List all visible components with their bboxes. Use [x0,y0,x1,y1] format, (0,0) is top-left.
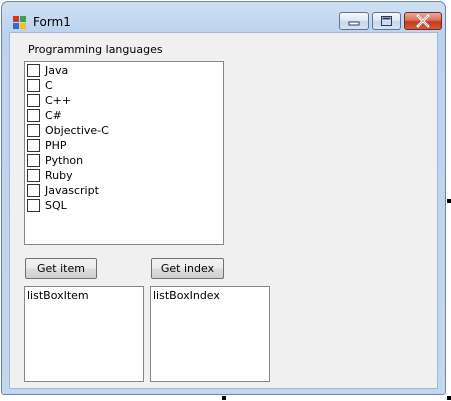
list-item-label: Java [45,64,69,77]
checkbox[interactable] [27,94,40,107]
get-index-button[interactable]: Get index [151,258,224,279]
form-client-area: Programming languages Java C C++ C# Obje… [9,32,438,389]
list-item-label: C++ [45,94,72,107]
checkbox[interactable] [27,169,40,182]
checked-list-box[interactable]: Java C C++ C# Objective-C PHP Python Rub… [24,61,224,245]
designer-surface: Form1 Programming languages Java C C++ C… [0,0,451,401]
list-item-label: C# [45,109,62,122]
minimize-icon [348,21,360,26]
list-item-label: Ruby [45,169,73,182]
resize-handle-right[interactable] [447,199,451,203]
checkbox[interactable] [27,79,40,92]
close-button[interactable] [404,12,442,30]
minimize-button[interactable] [339,12,369,30]
programming-languages-label: Programming languages [28,43,163,56]
list-item-label: Javascript [45,184,99,197]
resize-handle-bottom[interactable] [222,396,226,400]
resize-handle-corner[interactable] [447,396,451,400]
checkbox[interactable] [27,109,40,122]
checkbox[interactable] [27,184,40,197]
winforms-app-icon [13,14,27,29]
list-item-label: PHP [45,139,67,152]
list-item-label: Objective-C [45,124,109,137]
checkbox[interactable] [27,139,40,152]
get-item-button[interactable]: Get item [25,258,97,279]
window-title: Form1 [33,15,71,29]
list-item-label: Python [45,154,84,167]
checkbox[interactable] [27,154,40,167]
list-box-item[interactable]: listBoxItem [24,286,144,382]
checkbox[interactable] [27,124,40,137]
list-item-label: SQL [45,199,67,212]
maximize-icon [381,16,392,26]
checkbox[interactable] [27,199,40,212]
maximize-button[interactable] [372,12,401,30]
title-bar[interactable]: Form1 [2,2,445,32]
list-box-index-text: listBoxIndex [153,289,220,302]
checkbox[interactable] [27,64,40,77]
close-icon [416,14,430,28]
form-window: Form1 Programming languages Java C C++ C… [1,1,446,395]
list-box-item-text: listBoxItem [27,289,89,302]
list-box-index[interactable]: listBoxIndex [150,286,270,382]
list-item-label: C [45,79,53,92]
